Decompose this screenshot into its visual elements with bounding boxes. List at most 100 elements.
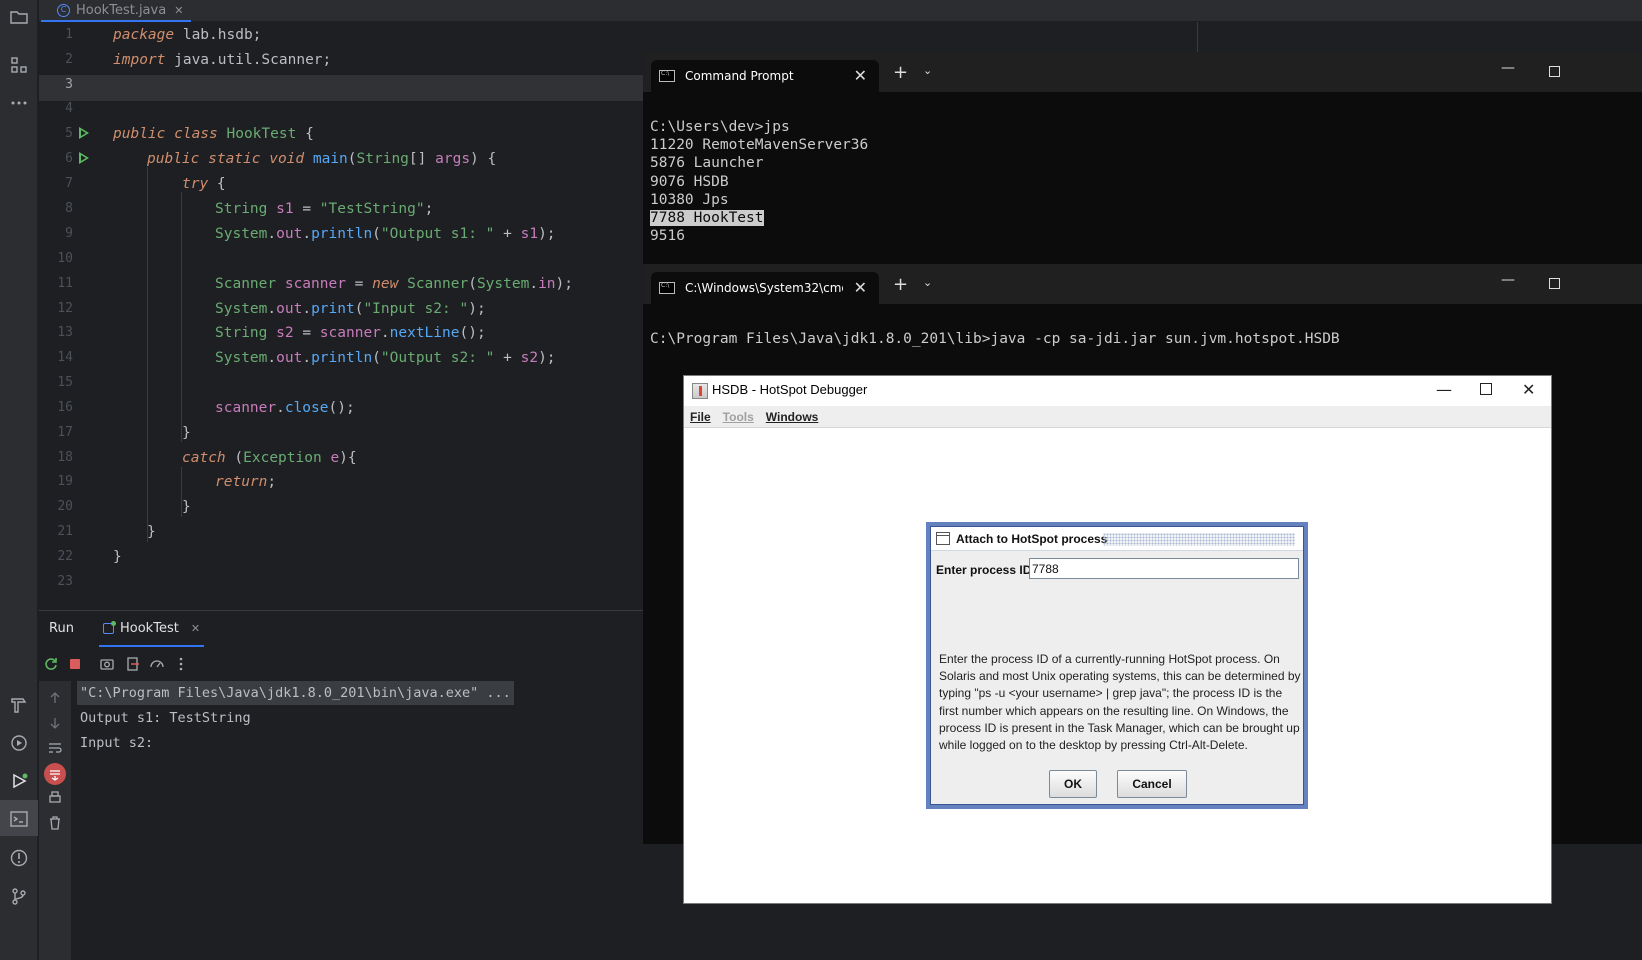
run-icon[interactable]	[7, 769, 31, 793]
close-icon[interactable]: ✕	[174, 4, 183, 17]
chevron-down-icon[interactable]: ⌄	[923, 64, 932, 77]
terminal-line: 11220 RemoteMavenServer36	[650, 137, 869, 154]
maximize-icon[interactable]	[1549, 278, 1560, 289]
close-icon[interactable]: ✕	[854, 278, 867, 297]
screenshot-icon[interactable]	[98, 655, 116, 673]
stop-icon[interactable]	[66, 655, 84, 673]
code-line: 1 package lab.hsdb;	[65, 27, 262, 43]
editor-tab-hooktest[interactable]: C HookTest.java ✕	[41, 0, 191, 22]
close-icon[interactable]: ✕	[1522, 380, 1535, 399]
code-line: 13 String s2 = scanner.nextLine();	[57, 325, 486, 341]
arrow-up-icon[interactable]	[46, 689, 64, 707]
maximize-icon[interactable]	[1549, 66, 1560, 77]
code-line: 15	[57, 375, 73, 390]
minimize-icon[interactable]: —	[1501, 60, 1515, 76]
menu-windows[interactable]: Windows	[766, 410, 819, 424]
code-line: 18 catch (Exception e){	[57, 450, 357, 466]
terminal-titlebar: C:\Windows\System32\cmd.exe ✕ + ⌄ —	[643, 264, 1642, 304]
code-line: 19 return;	[57, 474, 277, 490]
console-side-toolbar	[39, 681, 71, 960]
process-id-label: Enter process ID:	[936, 563, 1036, 577]
terminal-output[interactable]: C:\Program Files\Java\jdk1.8.0_201\lib>j…	[650, 330, 1340, 348]
structure-icon[interactable]	[7, 53, 31, 77]
java-class-icon: C	[57, 3, 70, 17]
code-line: 23	[57, 574, 73, 589]
run-panel: Run HookTest ✕ "C:\Program Files\Java\jd…	[39, 610, 643, 960]
minimize-icon[interactable]: —	[1436, 380, 1452, 399]
code-line: 8 String s1 = "TestString";	[65, 201, 434, 217]
close-icon[interactable]: ✕	[191, 622, 200, 635]
run-tab-label: HookTest	[120, 620, 179, 636]
run-panel-title: Run	[49, 621, 74, 636]
attach-dialog-titlebar[interactable]: Attach to HotSpot process	[931, 527, 1303, 551]
run-gutter-icon[interactable]	[79, 127, 89, 139]
new-tab-icon[interactable]: +	[893, 62, 908, 83]
code-line: 4	[65, 101, 73, 116]
code-line: 5 public class HookTest {	[65, 126, 314, 142]
cancel-button[interactable]: Cancel	[1117, 770, 1187, 798]
folder-icon[interactable]	[7, 5, 31, 29]
code-line: 22}	[57, 549, 122, 565]
code-line: 16 scanner.close();	[57, 400, 355, 416]
services-icon[interactable]	[7, 731, 31, 755]
code-line: 21}	[57, 524, 156, 540]
terminal-tab[interactable]: Command Prompt ✕	[651, 60, 879, 92]
console-line: Output s1: TestString	[80, 710, 251, 726]
more-icon[interactable]	[7, 91, 31, 115]
run-gutter-icon[interactable]	[79, 152, 89, 164]
console-output[interactable]: "C:\Program Files\Java\jdk1.8.0_201\bin\…	[77, 681, 643, 960]
console-line: Input s2:	[80, 735, 162, 751]
run-tab-bar: Run HookTest ✕	[39, 611, 643, 647]
terminal-window-jps: Command Prompt ✕ + ⌄ — C:\Users\dev>jps …	[643, 52, 1642, 264]
code-line: 9 System.out.println("Output s1: " + s1);	[65, 226, 556, 242]
menu-file[interactable]: File	[690, 410, 711, 424]
code-line: 12 System.out.print("Input s2: ");	[57, 301, 486, 317]
code-line: 11 Scanner scanner = new Scanner(System.i…	[57, 276, 573, 292]
attach-dialog: Attach to HotSpot process Enter process …	[926, 522, 1308, 809]
attach-dialog-title: Attach to HotSpot process	[956, 532, 1108, 546]
scroll-to-end-icon[interactable]	[44, 763, 66, 785]
code-line: 2 import java.util.Scanner;	[65, 52, 332, 68]
ok-button[interactable]: OK	[1049, 770, 1097, 798]
git-icon[interactable]	[7, 884, 31, 908]
terminal-line: 9076 HSDB	[650, 173, 729, 190]
trash-icon[interactable]	[46, 814, 64, 832]
editor-tab-label: HookTest.java	[76, 2, 167, 18]
profile-icon[interactable]	[148, 655, 166, 673]
close-icon[interactable]: ✕	[854, 66, 867, 85]
run-tab-hooktest[interactable]: HookTest ✕	[99, 611, 205, 647]
cmd-icon	[659, 282, 675, 294]
exit-icon[interactable]	[124, 655, 142, 673]
minimize-icon[interactable]: —	[1501, 272, 1515, 288]
code-line: 7 try {	[65, 176, 226, 192]
terminal-icon[interactable]	[7, 807, 31, 831]
window-icon	[936, 532, 950, 545]
terminal-line: 10380 Jps	[650, 191, 729, 208]
terminal-titlebar: Command Prompt ✕ + ⌄ —	[643, 52, 1642, 92]
arrow-down-icon[interactable]	[46, 714, 64, 732]
process-id-input[interactable]	[1029, 558, 1299, 579]
more-icon[interactable]	[172, 655, 190, 673]
attach-help-text: Enter the process ID of a currently-runn…	[939, 652, 1301, 753]
code-line: 6 public static void main(String[] args) …	[65, 151, 497, 167]
soft-wrap-icon[interactable]	[46, 739, 64, 757]
hsdb-titlebar[interactable]: HSDB - HotSpot Debugger — ✕	[684, 376, 1551, 406]
maximize-icon[interactable]	[1480, 383, 1492, 395]
new-tab-icon[interactable]: +	[893, 274, 908, 295]
code-line: 20}	[57, 499, 191, 515]
menu-tools[interactable]: Tools	[723, 410, 754, 424]
terminal-output[interactable]: C:\Users\dev>jps 11220 RemoteMavenServer…	[650, 118, 868, 245]
titlebar-pattern	[1103, 533, 1295, 546]
code-line: 14 System.out.println("Output s2: " + s2)…	[57, 350, 556, 366]
chevron-down-icon[interactable]: ⌄	[923, 276, 932, 289]
terminal-line: 5876 Launcher	[650, 155, 764, 172]
code-line: 10	[57, 251, 73, 266]
terminal-line: C:\Users\dev>jps	[650, 119, 790, 135]
problems-icon[interactable]	[7, 846, 31, 870]
code-line: 3	[65, 77, 73, 92]
rerun-icon[interactable]	[42, 655, 60, 673]
build-icon[interactable]	[7, 693, 31, 717]
print-icon[interactable]	[46, 789, 64, 807]
editor-tab-bar: C HookTest.java ✕	[39, 0, 1642, 22]
terminal-tab[interactable]: C:\Windows\System32\cmd.exe ✕	[651, 272, 879, 304]
